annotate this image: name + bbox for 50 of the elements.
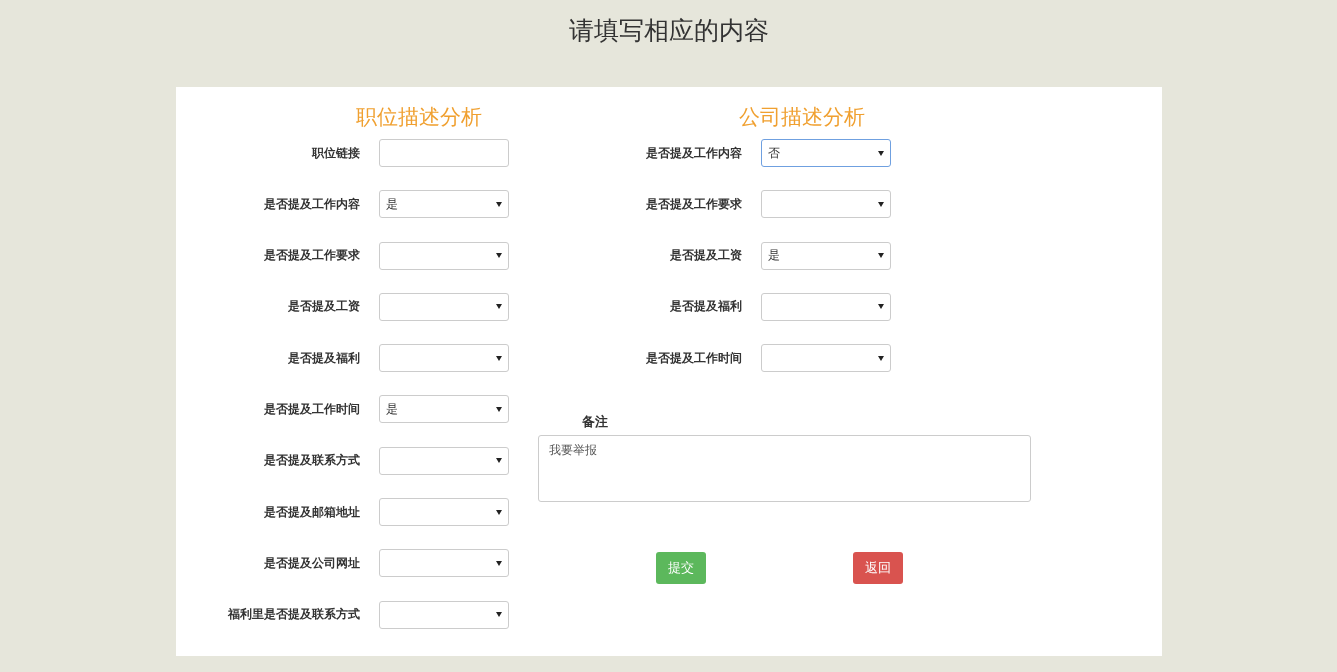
field-label: 是否提及工作内容	[644, 144, 742, 162]
field-label: 是否提及公司网址	[262, 554, 360, 572]
caret-icon	[877, 355, 884, 361]
field-label: 是否提及工资	[286, 298, 360, 316]
field-label: 是否提及联系方式	[262, 452, 360, 470]
field-label: 是否提及邮箱地址	[262, 503, 360, 521]
caret-icon	[495, 201, 502, 207]
note-textarea[interactable]: 我要举报	[537, 435, 1031, 503]
field-label: 是否提及工作要求	[644, 195, 742, 213]
caret-icon	[495, 509, 502, 515]
field-label: 是否提及福利	[668, 298, 742, 316]
caret-icon	[495, 458, 502, 464]
dropdown[interactable]	[378, 446, 509, 475]
caret-icon	[495, 355, 502, 361]
section-heading: 公司描述分析	[738, 104, 865, 131]
page-title: 请填写相应的内容	[568, 15, 769, 47]
caret-icon	[495, 560, 502, 566]
dropdown[interactable]	[378, 292, 509, 321]
dropdown[interactable]: 否	[760, 139, 891, 167]
field-label: 是否提及工作时间	[644, 349, 742, 367]
dropdown[interactable]: 是	[760, 241, 891, 270]
dropdown[interactable]	[378, 344, 509, 373]
caret-icon	[495, 253, 502, 259]
dropdown[interactable]	[378, 600, 509, 629]
caret-icon	[877, 150, 884, 156]
caret-icon	[495, 407, 502, 412]
dropdown[interactable]	[378, 241, 509, 270]
caret-icon	[495, 304, 502, 310]
caret-icon	[495, 612, 502, 618]
field-label: 是否提及工作要求	[262, 247, 360, 265]
field-label: 是否提及福利	[286, 349, 360, 367]
field-label: 是否提及工作时间	[262, 401, 360, 418]
caret-icon	[877, 253, 884, 259]
caret-icon	[877, 304, 884, 310]
dropdown[interactable]: 是	[378, 190, 509, 219]
field-label: 是否提及工作内容	[262, 195, 360, 213]
dropdown[interactable]	[760, 292, 891, 321]
text-input[interactable]	[378, 139, 509, 167]
back-button[interactable]: 返回	[852, 552, 903, 585]
dropdown[interactable]	[378, 549, 509, 578]
dropdown[interactable]: 是	[378, 395, 509, 424]
caret-icon	[877, 201, 884, 207]
dropdown[interactable]	[760, 344, 891, 373]
dropdown[interactable]	[760, 190, 891, 219]
field-label: 职位链接	[310, 144, 360, 162]
section-heading: 职位描述分析	[355, 104, 482, 131]
field-label: 福利里是否提及联系方式	[226, 606, 360, 624]
dropdown[interactable]	[378, 498, 509, 527]
field-label: 是否提及工资	[668, 247, 742, 265]
field-label: 备注	[581, 413, 609, 432]
